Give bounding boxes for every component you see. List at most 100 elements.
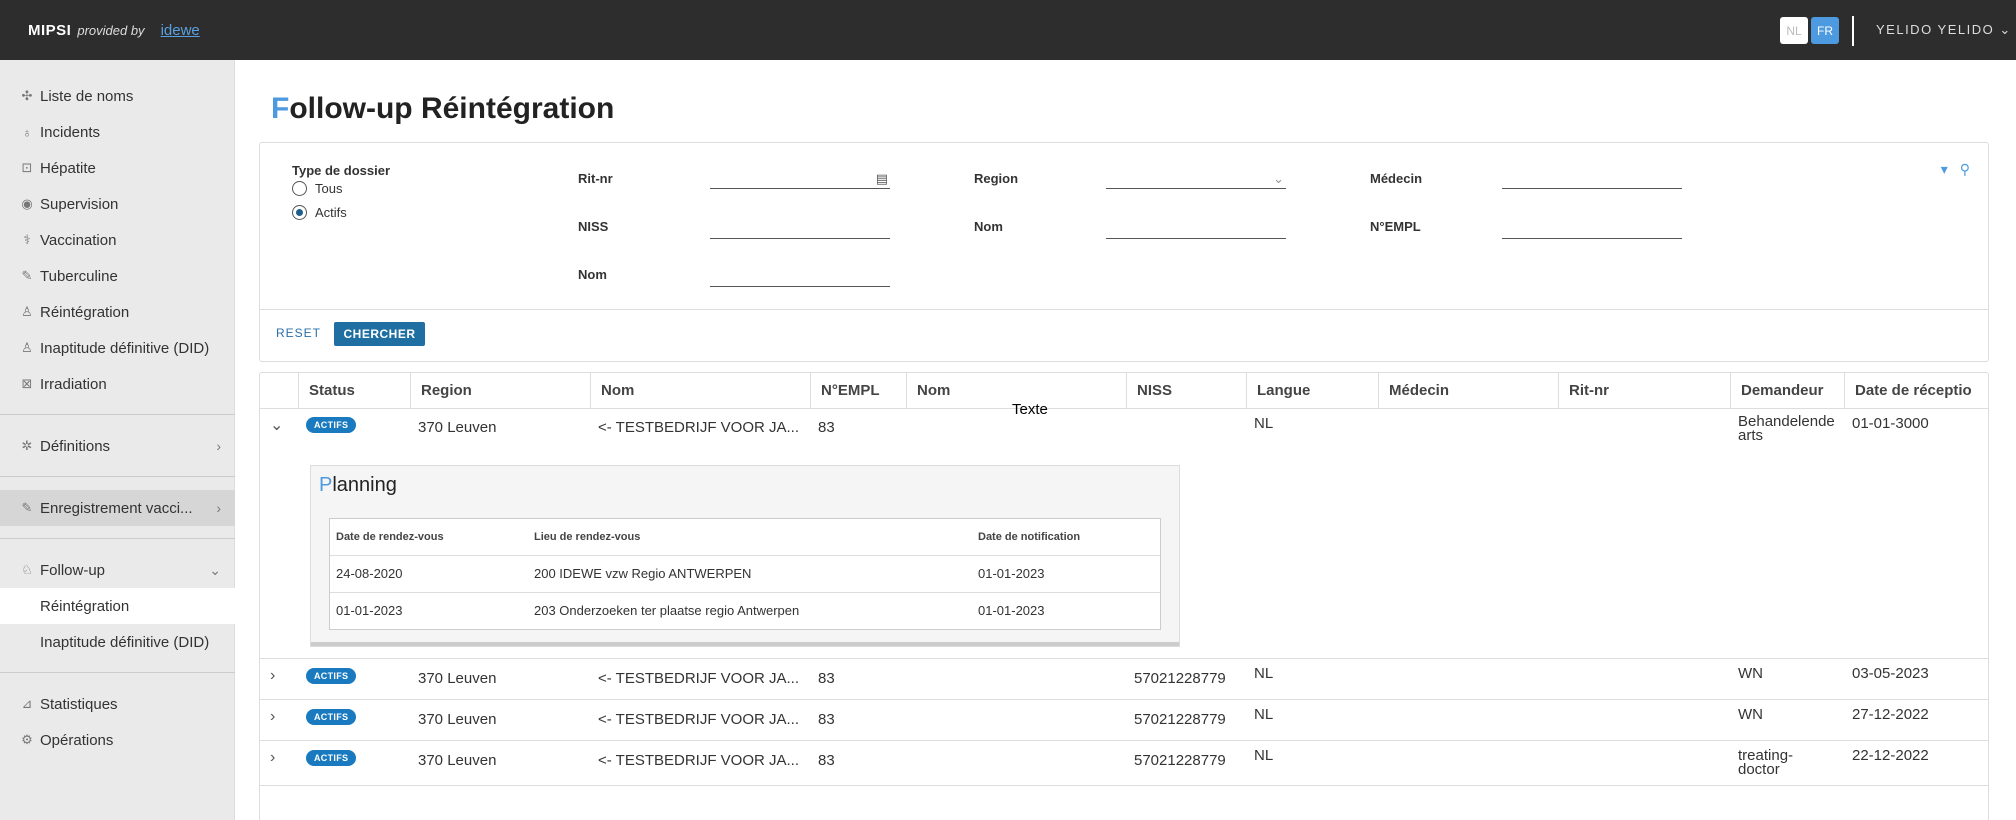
- sidebar-item-vaccination[interactable]: ⚕ Vaccination: [0, 222, 235, 258]
- chevron-right-icon[interactable]: ›: [270, 667, 275, 685]
- planning-col-date: Date de rendez-vous: [336, 531, 444, 543]
- sidebar-item-followup[interactable]: ♘ Follow-up ⌄: [0, 552, 235, 588]
- sidebar-item-supervision[interactable]: ◉ Supervision: [0, 186, 235, 222]
- radio-tous[interactable]: Tous: [292, 181, 342, 196]
- col-nempl[interactable]: N°EMPL: [810, 373, 906, 409]
- cell-langue: NL: [1254, 415, 1274, 432]
- sidebar-item-label: Inaptitude définitive (DID): [40, 339, 210, 357]
- sidebar-item-label: Opérations: [40, 731, 114, 749]
- table-row[interactable]: › ACTIFS 370 Leuven <- TESTBEDRIJF VOOR …: [260, 659, 1988, 700]
- col-region[interactable]: Region: [410, 373, 590, 409]
- lang-fr-button[interactable]: FR: [1811, 17, 1839, 44]
- cell-nom: <- TESTBEDRIJF VOOR JA...: [598, 752, 800, 769]
- sidebar-item-hepatite[interactable]: ⊡ Hépatite: [0, 150, 235, 186]
- sidebar-item-definitions[interactable]: ✲ Définitions ›: [0, 428, 235, 464]
- cell-demandeur: WN: [1738, 665, 1763, 682]
- col-medecin[interactable]: Médecin: [1378, 373, 1558, 409]
- sidebar-item-tuberculine[interactable]: ✎ Tuberculine: [0, 258, 235, 294]
- user-name: YELIDO YELIDO: [1876, 22, 1995, 37]
- nom2-input[interactable]: [710, 261, 890, 287]
- niss-label: NISS: [578, 219, 609, 234]
- chevron-right-icon[interactable]: ›: [270, 749, 275, 767]
- medecin-input[interactable]: [1502, 163, 1682, 189]
- page-title-rest: ollow-up Réintégration: [289, 92, 615, 125]
- table-row[interactable]: › ACTIFS 370 Leuven <- TESTBEDRIJF VOOR …: [260, 741, 1988, 786]
- cell-niss: 57021228779: [1134, 670, 1226, 687]
- syringe-icon: ✎: [21, 500, 33, 515]
- region-select[interactable]: ⌄: [1106, 163, 1286, 189]
- sidebar-item-label: Enregistrement vacci...: [40, 499, 193, 517]
- vaccine-icon: ⚕: [23, 232, 31, 247]
- chevron-right-icon: ›: [216, 500, 221, 516]
- planning-row[interactable]: 24-08-2020 200 IDEWE vzw Regio ANTWERPEN…: [330, 555, 1160, 592]
- sidebar-item-liste-de-noms[interactable]: ✣ Liste de noms: [0, 78, 235, 114]
- nom-input[interactable]: [1106, 213, 1286, 239]
- planning-cell-date: 01-01-2023: [336, 603, 403, 618]
- col-niss[interactable]: NISS: [1126, 373, 1246, 409]
- planning-col-lieu: Lieu de rendez-vous: [534, 531, 641, 543]
- radio-actifs-label: Actifs: [315, 205, 347, 220]
- cell-langue: NL: [1254, 665, 1274, 682]
- chevron-down-icon[interactable]: ⌄: [270, 415, 283, 435]
- niss-input[interactable]: [710, 213, 890, 239]
- col-demandeur[interactable]: Demandeur: [1730, 373, 1844, 409]
- sidebar-item-label: Irradiation: [40, 375, 107, 393]
- lang-nl-button[interactable]: NL: [1780, 17, 1808, 44]
- sidebar-item-irradiation[interactable]: ⊠ Irradiation: [0, 366, 235, 402]
- status-badge: ACTIFS: [306, 709, 357, 725]
- col-date-reception[interactable]: Date de réceptio: [1844, 373, 1988, 409]
- filter-icon[interactable]: ⚲: [1960, 161, 1970, 178]
- cell-date: 22-12-2022: [1852, 747, 1929, 764]
- col-langue[interactable]: Langue: [1246, 373, 1378, 409]
- sidebar-subitem-inaptitude[interactable]: Inaptitude définitive (DID): [0, 624, 235, 660]
- search-button[interactable]: CHERCHER: [334, 322, 425, 346]
- eye-icon: ◉: [21, 196, 33, 211]
- sidebar-item-statistiques[interactable]: ⊿ Statistiques: [0, 686, 235, 722]
- sidebar-item-enregistrement[interactable]: ✎ Enregistrement vacci... ›: [0, 490, 235, 526]
- col-ritnr[interactable]: Rit-nr: [1558, 373, 1730, 409]
- cell-date: 27-12-2022: [1852, 706, 1929, 723]
- caret-down-icon[interactable]: ▾: [1941, 161, 1948, 178]
- sidebar-item-label: Tuberculine: [40, 267, 118, 285]
- page-title-initial: F: [271, 92, 290, 125]
- col-status[interactable]: Status: [298, 373, 410, 409]
- user-menu[interactable]: YELIDO YELIDO ⌄: [1876, 22, 2012, 38]
- nom2-label: Nom: [578, 267, 607, 282]
- chevron-right-icon[interactable]: ›: [270, 708, 275, 726]
- radio-actifs-circle[interactable]: [292, 205, 307, 220]
- cell-nom: <- TESTBEDRIJF VOOR JA...: [598, 419, 800, 436]
- sidebar-item-inaptitude[interactable]: ♙ Inaptitude définitive (DID): [0, 330, 235, 366]
- sidebar-item-incidents[interactable]: ♁ Incidents: [0, 114, 235, 150]
- planning-row[interactable]: 01-01-2023 203 Onderzoeken ter plaatse r…: [330, 592, 1160, 629]
- results-table: Status Region Nom N°EMPL Nom NISS Langue…: [259, 372, 1989, 820]
- cell-nempl: 83: [818, 419, 835, 436]
- sidebar-item-reintegration[interactable]: ♙ Réintégration: [0, 294, 235, 330]
- cell-date: 03-05-2023: [1852, 665, 1929, 682]
- sidebar-item-operations[interactable]: ⚙ Opérations: [0, 722, 235, 758]
- filter-toolbar: ▾ ⚲: [1941, 161, 1970, 178]
- planning-panel: Planning Date de rendez-vous Lieu de ren…: [310, 465, 1180, 647]
- sidebar-subitem-reintegration[interactable]: Réintégration: [0, 588, 235, 624]
- radio-actifs[interactable]: Actifs: [292, 205, 347, 220]
- hepatitis-icon: ⊡: [21, 160, 33, 175]
- planning-scrollbar[interactable]: [311, 642, 1179, 646]
- type-dossier-label: Type de dossier: [292, 163, 391, 178]
- cell-nempl: 83: [818, 670, 835, 687]
- sidebar-divider: [0, 672, 235, 673]
- ritnr-input[interactable]: ▤: [710, 163, 890, 189]
- reset-button[interactable]: RESET: [276, 326, 321, 340]
- table-row[interactable]: ⌄ ACTIFS 370 Leuven <- TESTBEDRIJF VOOR …: [260, 409, 1988, 659]
- sidebar-item-label: Incidents: [40, 123, 101, 141]
- main-content: Follow-up Réintégration Type de dossier …: [235, 60, 2016, 820]
- cell-langue: NL: [1254, 706, 1274, 723]
- cell-date: 01-01-3000: [1852, 415, 1929, 432]
- card-icon[interactable]: ▤: [876, 171, 888, 187]
- col-nom[interactable]: Nom: [590, 373, 810, 409]
- table-row[interactable]: › ACTIFS 370 Leuven <- TESTBEDRIJF VOOR …: [260, 700, 1988, 741]
- planning-table: Date de rendez-vous Lieu de rendez-vous …: [329, 518, 1161, 630]
- nempl-input[interactable]: [1502, 213, 1682, 239]
- sidebar-item-label: Liste de noms: [40, 87, 134, 105]
- radio-tous-circle[interactable]: [292, 181, 307, 196]
- medecin-label: Médecin: [1370, 171, 1423, 186]
- app-logo[interactable]: MIPSI provided by idewe: [28, 22, 200, 39]
